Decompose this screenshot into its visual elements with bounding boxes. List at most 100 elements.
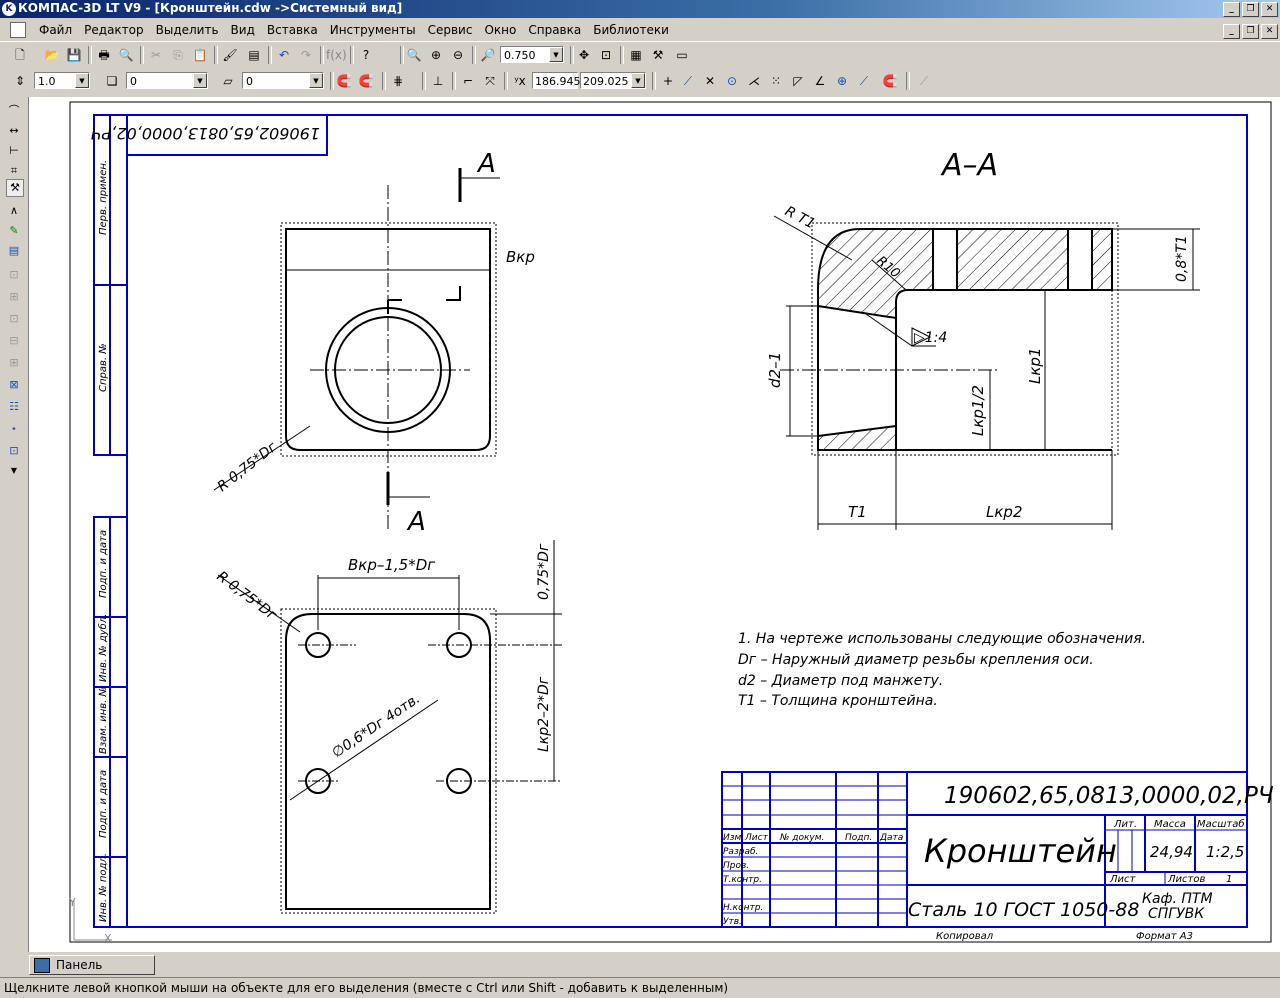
snap-tangent-icon[interactable]: ⊙ bbox=[722, 71, 742, 91]
side-label: Взам. инв. № bbox=[98, 686, 109, 754]
tool-g-icon[interactable]: ☷ bbox=[6, 399, 22, 415]
snap-nearest-icon[interactable]: ⟋ bbox=[678, 71, 698, 91]
tool-b-icon[interactable]: ⊞ bbox=[6, 289, 22, 305]
tool-h-icon[interactable]: ⋆ bbox=[6, 421, 22, 437]
snap-midpoint-icon[interactable]: ◸ bbox=[788, 71, 808, 91]
menu-item[interactable]: Вставка bbox=[261, 23, 324, 37]
print-preview-icon[interactable]: 🔍 bbox=[116, 45, 136, 65]
snap-point-icon[interactable]: + bbox=[658, 71, 678, 91]
rotated-doc-code: 190602,65,0813,0000,02,РЧ bbox=[91, 124, 320, 143]
chevron-down-icon[interactable]: ▼ bbox=[75, 73, 89, 88]
tool-i-icon[interactable]: ⊡ bbox=[6, 443, 22, 459]
spec-icon[interactable]: ▤ bbox=[6, 243, 22, 259]
style-icon[interactable]: ▱ bbox=[218, 71, 238, 91]
row-label: Дата bbox=[879, 833, 903, 843]
snap-center-icon[interactable]: ⊕ bbox=[832, 71, 852, 91]
step-icon[interactable]: ⇕ bbox=[10, 71, 30, 91]
variables-icon[interactable]: f(x) bbox=[326, 45, 347, 65]
menu-item[interactable]: Файл bbox=[33, 23, 78, 37]
scale-value: 1:2,5 bbox=[1206, 843, 1244, 861]
zoom-window-icon[interactable]: 🔍 bbox=[404, 45, 424, 65]
tool-f-icon[interactable]: ⊠ bbox=[6, 377, 22, 393]
new-document-icon[interactable]: 🗋 bbox=[10, 45, 30, 65]
properties-icon[interactable]: ▤ bbox=[244, 45, 264, 65]
parametrization-icon[interactable]: ⚒ bbox=[6, 179, 24, 197]
snap-disabled-icon[interactable]: ⟋ bbox=[914, 71, 934, 91]
help-pointer-icon[interactable]: ? bbox=[356, 45, 376, 65]
doc-minimize-button[interactable]: _ bbox=[1223, 24, 1240, 39]
role-label: Разраб. bbox=[723, 847, 758, 857]
tool-c-icon[interactable]: ⊡ bbox=[6, 311, 22, 327]
style-combo[interactable]: 0 ▼ bbox=[242, 72, 324, 89]
tool-e-icon[interactable]: ⊞ bbox=[6, 355, 22, 371]
snap-grid-icon[interactable]: ⁙ bbox=[766, 71, 786, 91]
zoom-in-icon[interactable]: ⊕ bbox=[426, 45, 446, 65]
zoom-out-icon[interactable]: ⊖ bbox=[448, 45, 468, 65]
chevron-down-icon[interactable]: ▼ bbox=[631, 73, 645, 88]
edit-icon[interactable]: ⌗ bbox=[6, 163, 22, 179]
doc-close-button[interactable]: ✕ bbox=[1261, 24, 1278, 39]
chevron-down-icon[interactable]: ▼ bbox=[193, 73, 207, 88]
side-label: Подп. и дата bbox=[98, 770, 109, 838]
open-folder-icon[interactable]: 📂 bbox=[42, 45, 62, 65]
menu-item[interactable]: Редактор bbox=[78, 23, 149, 37]
save-icon[interactable]: 💾 bbox=[64, 45, 84, 65]
symbols-icon[interactable]: ⊢ bbox=[6, 143, 22, 159]
snap-along-icon[interactable]: ⟋ bbox=[854, 71, 874, 91]
magnet-local-icon[interactable]: 🧲 bbox=[356, 71, 376, 91]
snap-angle-icon[interactable]: ∠ bbox=[810, 71, 830, 91]
manager-icon[interactable]: ▦ bbox=[626, 45, 646, 65]
layer-icon[interactable]: ❏ bbox=[102, 71, 122, 91]
step-combo[interactable]: 1.0 ▼ bbox=[34, 72, 90, 89]
drawing-canvas[interactable]: Перв. примен. Справ. № Подп. и дата Инв.… bbox=[29, 97, 1280, 952]
property-panel-tab[interactable]: Панель свойств bbox=[29, 955, 155, 990]
zoom-combo[interactable]: 0.750 ▼ bbox=[500, 46, 564, 63]
tool-d-icon[interactable]: ⊟ bbox=[6, 333, 22, 349]
menu-item[interactable]: Библиотеки bbox=[587, 23, 675, 37]
menu-item[interactable]: Справка bbox=[522, 23, 587, 37]
snap-intersection-icon[interactable]: ✕ bbox=[700, 71, 720, 91]
select-icon[interactable]: ✎ bbox=[6, 223, 22, 239]
menu-item[interactable]: Выделить bbox=[150, 23, 225, 37]
copy-icon[interactable]: ⎘ bbox=[168, 45, 188, 65]
coord-y-field[interactable]: 209.025 ▼ bbox=[580, 72, 646, 89]
paste-icon[interactable]: 📋 bbox=[190, 45, 210, 65]
menu-item[interactable]: Окно bbox=[478, 23, 522, 37]
chevron-down-icon[interactable]: ▼ bbox=[309, 73, 323, 88]
undo-icon[interactable]: ↶ bbox=[274, 45, 294, 65]
tools-icon[interactable]: ⚒ bbox=[648, 45, 668, 65]
document-icon[interactable] bbox=[10, 22, 26, 38]
current-state-toolbar: ⇕ 1.0 ▼ ❏ 0 ▼ ▱ 0 ▼ 🧲 🧲 ⋕ ⊥ ⌐ ⤧ ʸx 186.945 … bbox=[0, 69, 1280, 95]
tool-a-icon[interactable]: ⊡ bbox=[6, 267, 22, 283]
magnet-off-icon[interactable]: 🧲 bbox=[880, 71, 900, 91]
doc-restore-button[interactable]: ❐ bbox=[1242, 24, 1259, 39]
redo-icon[interactable]: ↷ bbox=[296, 45, 316, 65]
dimensions-icon[interactable]: ↔ bbox=[6, 123, 22, 139]
grid-icon[interactable]: ⋕ bbox=[388, 71, 408, 91]
pan-icon[interactable]: ✥ bbox=[574, 45, 594, 65]
local-cs-icon[interactable]: ⊥ bbox=[428, 71, 448, 91]
zoom-scale-icon[interactable]: 🔎 bbox=[478, 45, 498, 65]
magnet-snap-icon[interactable]: 🧲 bbox=[334, 71, 354, 91]
menu-item[interactable]: Сервис bbox=[422, 23, 479, 37]
cut-icon[interactable]: ✂ bbox=[146, 45, 166, 65]
restore-button[interactable]: ❐ bbox=[1242, 2, 1259, 17]
expand-arrow-icon[interactable]: ▼ bbox=[6, 463, 22, 479]
format-brush-icon[interactable]: 🖌 bbox=[220, 45, 240, 65]
minimize-button[interactable]: _ bbox=[1223, 2, 1240, 17]
snap-normal-icon[interactable]: ⋌ bbox=[744, 71, 764, 91]
layer-combo[interactable]: 0 ▼ bbox=[126, 72, 208, 89]
geometry-icon[interactable]: ⌒ bbox=[6, 103, 22, 119]
menu-item[interactable]: Вид bbox=[225, 23, 261, 37]
chevron-down-icon[interactable]: ▼ bbox=[549, 47, 563, 62]
print-icon[interactable]: 🖶 bbox=[94, 45, 114, 65]
ortho-icon[interactable]: ⌐ bbox=[458, 71, 478, 91]
coord-x-field[interactable]: 186.945 bbox=[532, 72, 581, 89]
kompas-app-icon[interactable]: K bbox=[2, 2, 16, 16]
show-all-icon[interactable]: ⊡ bbox=[596, 45, 616, 65]
snap-icon[interactable]: ⤧ bbox=[480, 71, 500, 91]
measure-icon[interactable]: ∧ bbox=[6, 203, 22, 219]
view-icon[interactable]: ▭ bbox=[672, 45, 692, 65]
menu-item[interactable]: Инструменты bbox=[324, 23, 422, 37]
close-button[interactable]: ✕ bbox=[1261, 2, 1278, 17]
